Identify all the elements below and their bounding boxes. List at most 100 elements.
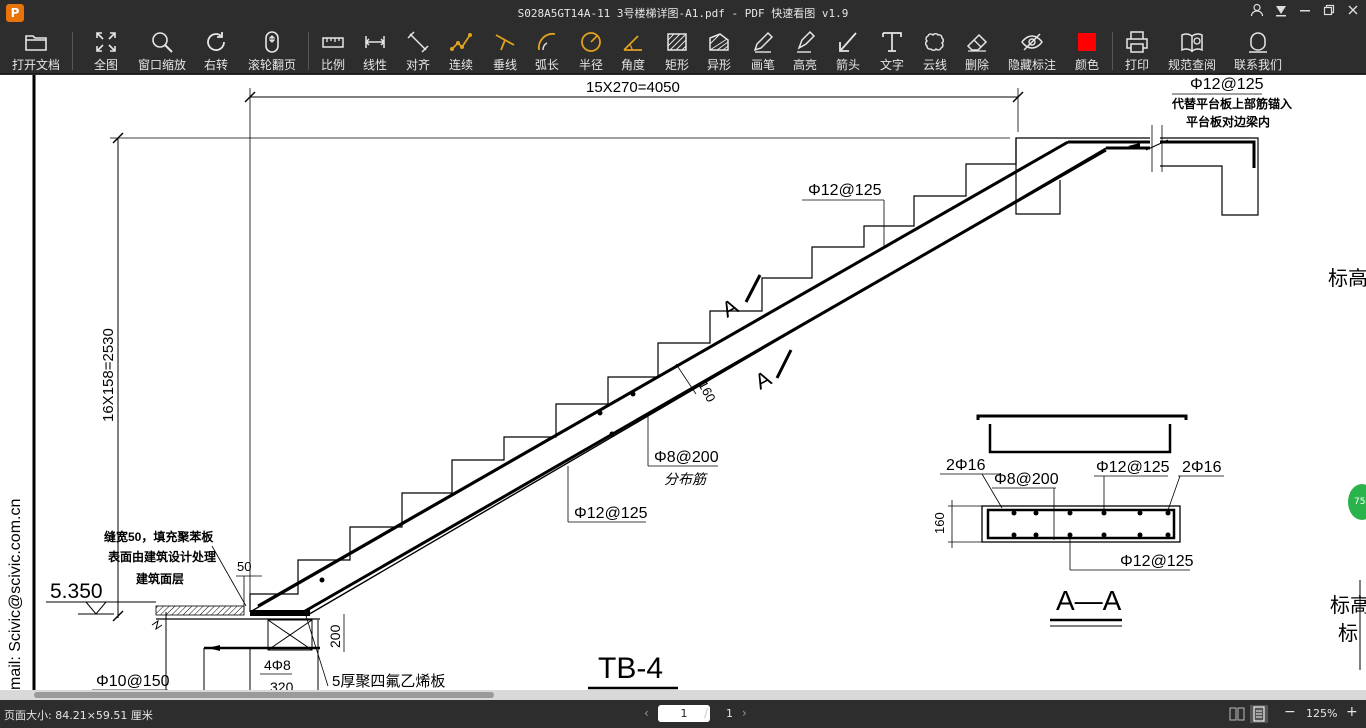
- platform-note-2: 平台板对边梁内: [1186, 114, 1270, 129]
- contact-icon: [1249, 32, 1267, 53]
- highlighter-icon: [797, 30, 816, 53]
- section-depth-text: 160: [932, 512, 947, 534]
- arc-icon: [537, 32, 556, 51]
- section-top-text: Φ12@125: [1096, 459, 1170, 476]
- dist-rebar-text: Φ8@200: [654, 449, 719, 466]
- page-size-text: 页面大小: 84.21×59.51 厘米: [4, 709, 153, 722]
- joint-note-3: 建筑面层: [135, 571, 184, 586]
- beam-width-text: 320: [270, 679, 294, 690]
- toolbar-divider: [72, 32, 73, 70]
- color-button[interactable]: 颜色: [1070, 30, 1104, 72]
- user-icon[interactable]: [1246, 3, 1268, 23]
- thickness-text: 160: [695, 378, 718, 404]
- print-button[interactable]: 打印: [1120, 30, 1154, 72]
- title-bar: P S028A5GT14A-11 3号楼梯详图-A1.pdf - PDF 快速看…: [0, 0, 1366, 26]
- zoom-out-button[interactable]: −: [1284, 704, 1296, 720]
- page-number-input[interactable]: [658, 705, 710, 722]
- two-page-view-icon[interactable]: [1228, 705, 1246, 723]
- hide-annotation-button[interactable]: 隐藏标注: [1004, 30, 1060, 72]
- page-slash: /: [704, 706, 709, 720]
- status-bar: 页面大小: 84.21×59.51 厘米 ‹ / 1 › − 125% +: [0, 700, 1366, 728]
- section-mark-upper: A: [718, 293, 743, 322]
- pencil-icon: [753, 31, 774, 53]
- contact-button[interactable]: 联系我们: [1230, 30, 1286, 72]
- platform-rebar-text: Φ12@125: [1190, 76, 1264, 93]
- arrow-icon: [839, 32, 857, 52]
- polygon-area-icon: [709, 33, 729, 51]
- dist-rebar-label: 分布筋: [664, 471, 708, 487]
- perpendicular-icon: [495, 34, 515, 51]
- restore-button[interactable]: [1318, 3, 1340, 23]
- beam-height-text: 200: [327, 624, 343, 648]
- highlight-button[interactable]: 高亮: [788, 30, 822, 72]
- prev-page-icon[interactable]: ‹: [644, 705, 649, 722]
- ptfe-text: 5厚聚四氟乙烯板: [332, 672, 445, 690]
- section-mark-lower: A: [751, 365, 776, 394]
- zoom-icon: [152, 32, 173, 53]
- section-left-bars: 2Φ16: [946, 457, 986, 474]
- continuous-icon: [450, 33, 472, 51]
- close-button[interactable]: [1342, 3, 1364, 23]
- zoom-level: 125%: [1306, 707, 1338, 720]
- elevation-text: 5.350: [50, 580, 103, 603]
- section-title: A—A: [1056, 585, 1122, 616]
- section-dist-text: Φ8@200: [994, 471, 1059, 488]
- horizontal-scrollbar[interactable]: [0, 690, 1366, 700]
- cloud-icon: [925, 33, 944, 51]
- perpendicular-button[interactable]: 垂线: [488, 30, 522, 72]
- rotate-icon: [207, 32, 225, 51]
- radius-button[interactable]: 半径: [574, 30, 608, 72]
- rotate-right-button[interactable]: 右转: [198, 30, 234, 72]
- side-note-2: 标高: [1330, 594, 1366, 617]
- dim-top-text: 15X270=4050: [586, 79, 680, 96]
- dim-left-text: 16X158=2530: [100, 328, 117, 422]
- text-icon: [882, 32, 902, 52]
- zoom-in-button[interactable]: +: [1346, 704, 1358, 720]
- angle-button[interactable]: 角度: [616, 30, 650, 72]
- open-document-button[interactable]: 打开文档: [8, 30, 64, 72]
- rebar-top-text: Φ12@125: [808, 182, 882, 199]
- text-button[interactable]: 文字: [874, 30, 910, 72]
- scrollbar-thumb[interactable]: [34, 692, 494, 698]
- section-right-bars: 2Φ16: [1182, 459, 1222, 476]
- skin-icon[interactable]: [1270, 3, 1292, 23]
- arrow-button[interactable]: 箭头: [830, 30, 866, 72]
- arc-length-button[interactable]: 弧长: [530, 30, 564, 72]
- linear-dim-button[interactable]: 线性: [358, 30, 392, 72]
- side-note-3: 标: [1338, 622, 1358, 645]
- aligned-dim-button[interactable]: 对齐: [400, 30, 436, 72]
- standards-button[interactable]: 规范查阅: [1164, 30, 1220, 72]
- rebar-lower-text: Φ12@125: [574, 505, 648, 522]
- next-page-icon[interactable]: ›: [742, 705, 747, 722]
- window-title: S028A5GT14A-11 3号楼梯详图-A1.pdf - PDF 快速看图 …: [517, 7, 849, 20]
- pen-button[interactable]: 画笔: [746, 30, 780, 72]
- color-swatch-icon: [1078, 33, 1096, 51]
- cloud-line-button[interactable]: 云线: [918, 30, 952, 72]
- page-total-text: 1: [726, 707, 733, 720]
- joint-note-2: 表面由建筑设计处理: [107, 549, 216, 564]
- document-viewport[interactable]: mail: Scivic@scivic.com.cn 15X270=4050 1…: [0, 75, 1366, 690]
- printer-icon: [1126, 31, 1148, 53]
- toolbar: 打开文档 全图 窗口缩放 右转 滚轮翻页 比例 线性 对齐 连续 垂线 弧长 半…: [0, 26, 1366, 74]
- continuous-button[interactable]: 连续: [444, 30, 478, 72]
- section-bottom-text: Φ12@125: [1120, 553, 1194, 570]
- radius-icon: [581, 32, 601, 52]
- wheel-page-button[interactable]: 滚轮翻页: [244, 30, 300, 72]
- joint-note-1: 缝宽50，填充聚苯板: [104, 529, 214, 544]
- rect-area-button[interactable]: 矩形: [660, 30, 694, 72]
- window-zoom-button[interactable]: 窗口缩放: [134, 30, 190, 72]
- dim-50-text: 50: [237, 559, 251, 574]
- minimize-button[interactable]: [1294, 3, 1316, 23]
- cad-drawing: mail: Scivic@scivic.com.cn 15X270=4050 1…: [7, 75, 1366, 690]
- angle-icon: [623, 35, 642, 51]
- fit-all-button[interactable]: 全图: [88, 30, 124, 72]
- scale-button[interactable]: 比例: [316, 30, 350, 72]
- platform-note-1: 代替平台板上部筋锚入: [1171, 96, 1292, 111]
- beam-rebar-text: Φ10@150: [96, 673, 170, 690]
- delete-button[interactable]: 删除: [960, 30, 994, 72]
- margin-email: mail: Scivic@scivic.com.cn: [7, 499, 24, 690]
- single-page-view-icon[interactable]: [1250, 705, 1268, 723]
- folder-icon: [25, 35, 47, 51]
- ruler-icon: [322, 37, 344, 48]
- polygon-area-button[interactable]: 异形: [702, 30, 736, 72]
